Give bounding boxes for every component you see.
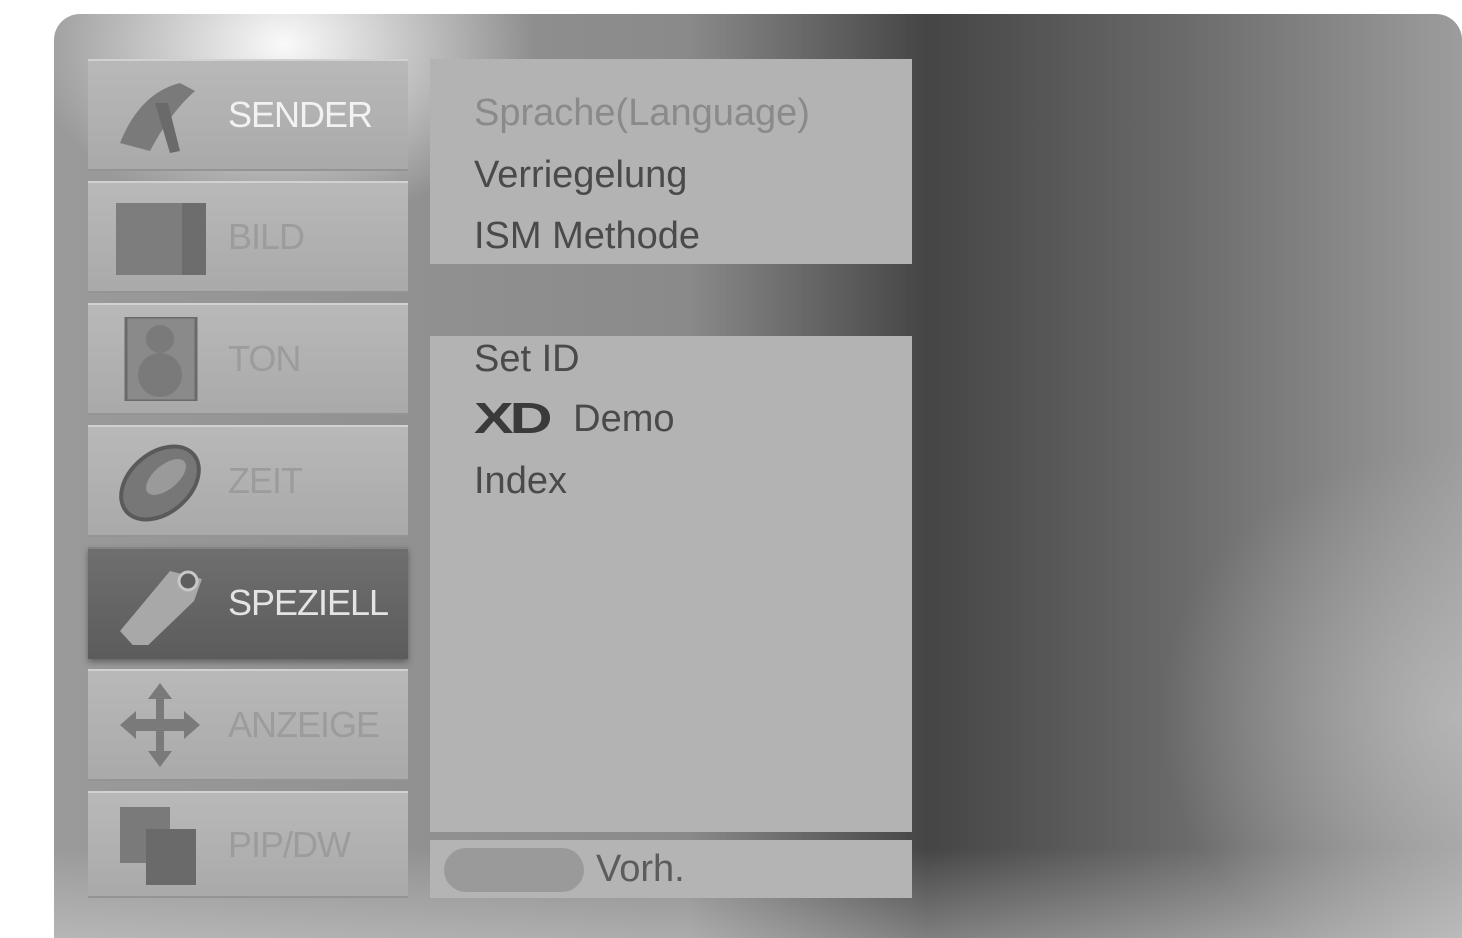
- sidebar-item-bild[interactable]: BILD: [88, 181, 408, 293]
- sidebar-item-label: TON: [228, 338, 301, 379]
- menu-panel-main: Set ID XD Demo Index: [430, 336, 912, 832]
- picture-icon: [116, 203, 206, 275]
- clock-icon: [119, 444, 201, 522]
- sidebar-item-label: SENDER: [228, 94, 373, 135]
- sidebar-item-label: ANZEIGE: [228, 704, 380, 745]
- menu-item-verriegelung[interactable]: Verriegelung: [474, 152, 687, 198]
- footer-label: Vorh.: [596, 848, 685, 890]
- menu-item-set-id[interactable]: Set ID: [474, 336, 580, 382]
- sidebar-item-anzeige[interactable]: ANZEIGE: [88, 669, 408, 781]
- color-key-button[interactable]: [444, 848, 584, 892]
- sidebar-item-label: SPEZIELL: [228, 582, 389, 623]
- sidebar-item-label: PIP/DW: [228, 823, 351, 865]
- sidebar-item-speziell[interactable]: SPEZIELL: [88, 547, 408, 659]
- sidebar-item-pip-dw[interactable]: PIP/DW: [88, 791, 408, 898]
- xd-logo: XD: [474, 394, 552, 443]
- sidebar-item-ton[interactable]: TON: [88, 303, 408, 415]
- speaker-icon: [124, 317, 198, 401]
- tag-icon: [120, 570, 202, 645]
- satellite-dish-icon: [120, 83, 195, 153]
- menu-item-ism-methode[interactable]: ISM Methode: [474, 213, 700, 259]
- move-arrows-icon: [120, 683, 200, 767]
- pip-windows-icon: [120, 807, 196, 885]
- sidebar-item-label: ZEIT: [228, 460, 303, 501]
- menu-item-label: Demo: [573, 398, 675, 440]
- sidebar-item-sender[interactable]: SENDER: [88, 59, 408, 171]
- sidebar-item-zeit[interactable]: ZEIT: [88, 425, 408, 537]
- sidebar-item-label: BILD: [228, 216, 305, 257]
- menu-item-xd-demo[interactable]: XD Demo: [474, 396, 675, 442]
- menu-item-index[interactable]: Index: [474, 458, 567, 504]
- menu-panel-top: Sprache(Language) Verriegelung ISM Metho…: [430, 59, 912, 264]
- menu-item-sprache[interactable]: Sprache(Language): [474, 90, 810, 136]
- menu-footer: Vorh.: [430, 840, 912, 898]
